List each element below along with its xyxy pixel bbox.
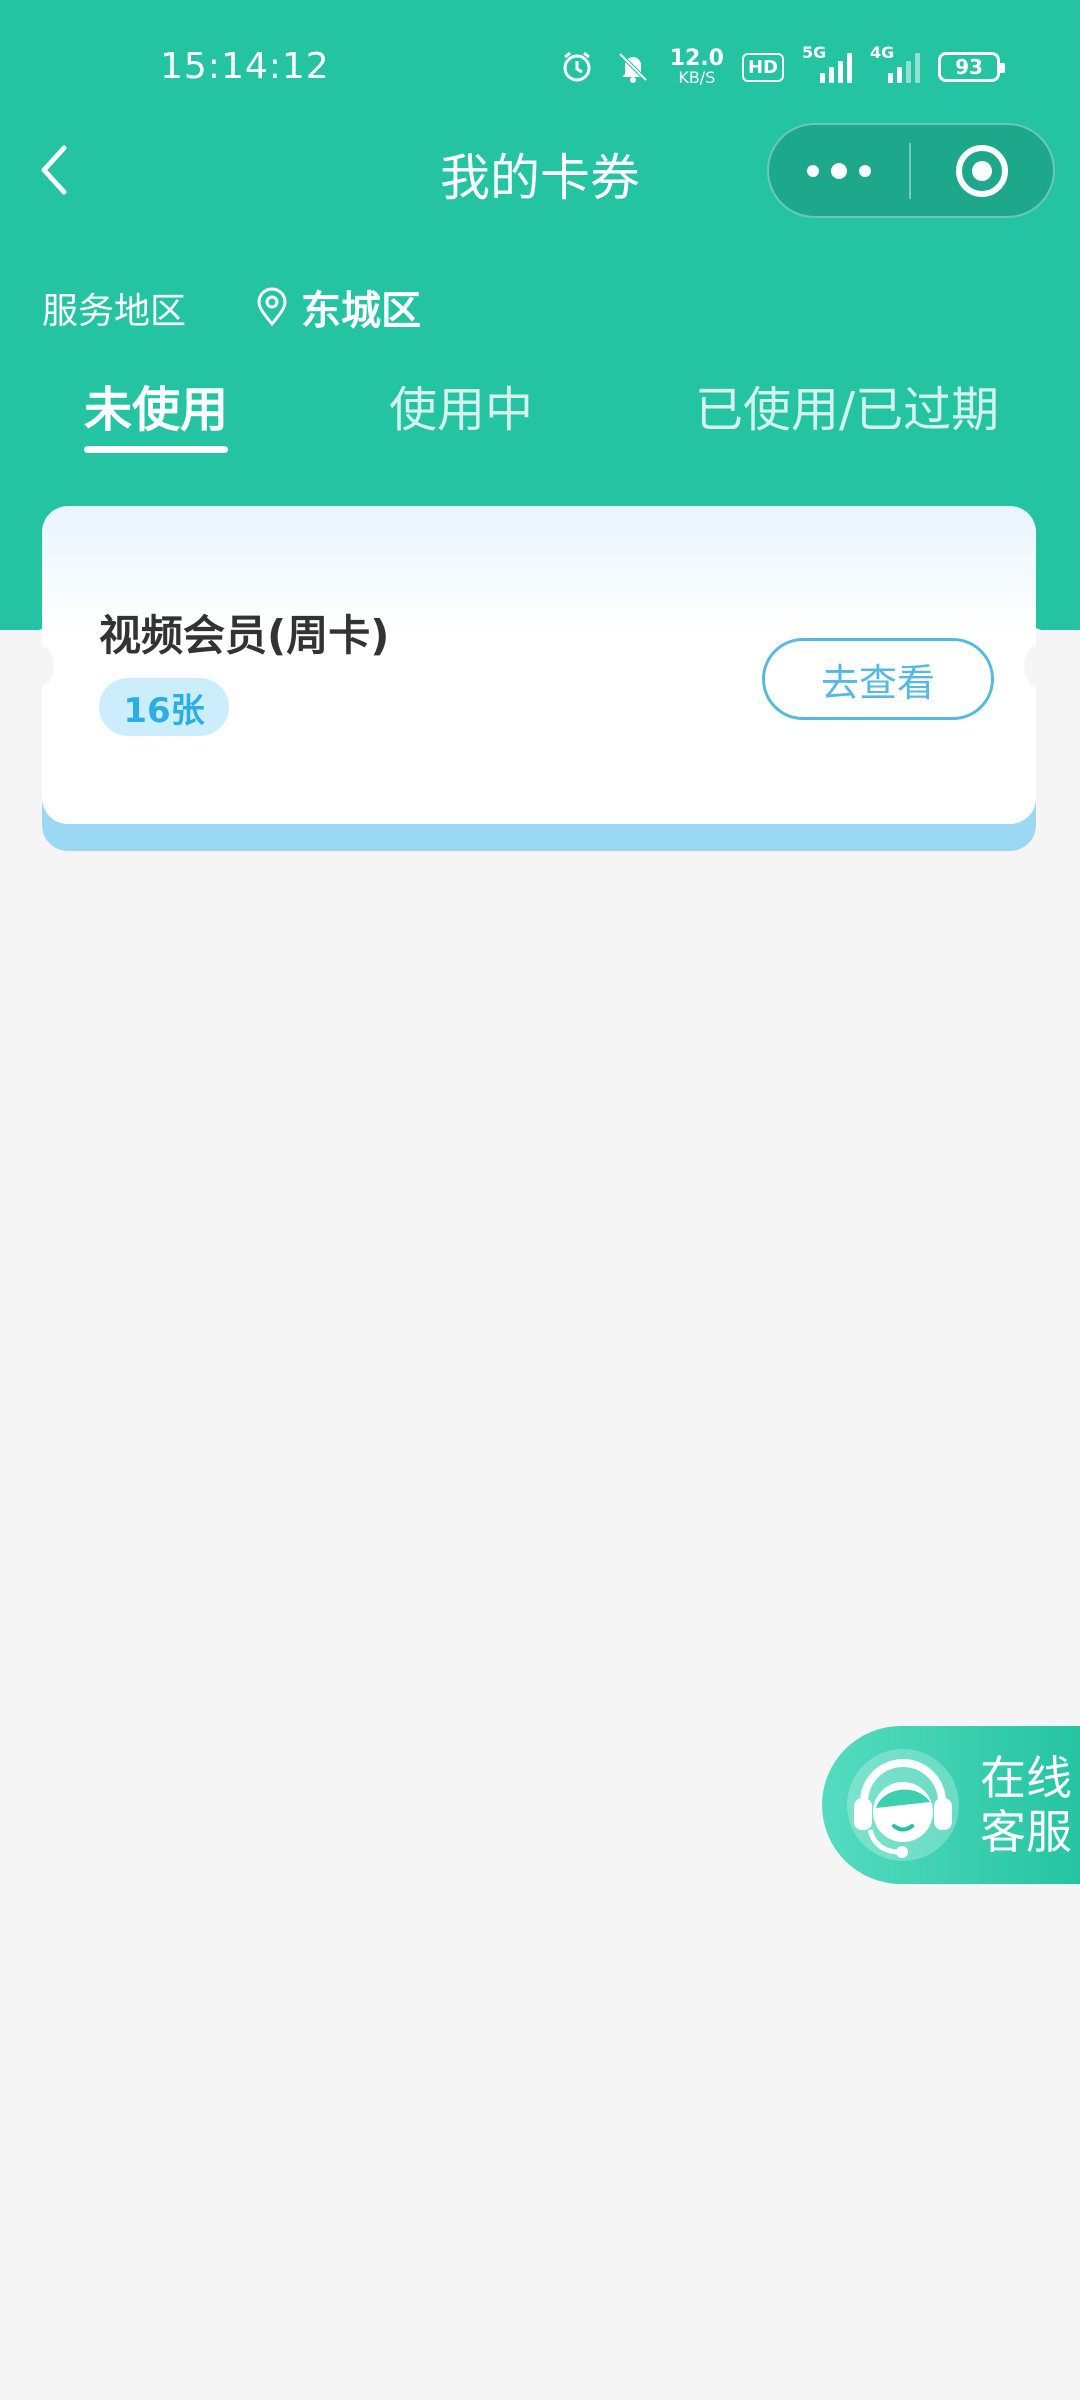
card-notch-right: [1024, 646, 1050, 686]
region-value: 东城区: [301, 288, 421, 334]
online-service-button[interactable]: 在线 客服: [822, 1726, 1080, 1884]
status-icons: 12.0 KB/S HD 5G 4G 93: [558, 43, 1005, 87]
signal-4g-icon: 4G: [870, 43, 920, 83]
network-speed: 12.0 KB/S: [669, 46, 724, 87]
coupon-count-badge: 16张: [99, 678, 229, 736]
coupon-title: 视频会员(周卡): [99, 611, 390, 660]
active-tab-indicator: [84, 446, 228, 453]
coupon-card: 视频会员(周卡) 16张 去查看: [28, 506, 1050, 851]
region-label: 服务地区: [42, 291, 187, 332]
tab-in-use[interactable]: 使用中: [389, 370, 533, 440]
customer-service-icon: [847, 1749, 959, 1861]
tab-unused[interactable]: 未使用: [84, 370, 228, 440]
page: 15:14:12 12.0 KB/S HD 5G 4G 93 我的卡券 服务地区…: [0, 0, 1080, 2400]
status-time: 15:14:12: [160, 46, 330, 87]
card-notch-left: [28, 646, 54, 686]
target-icon: [956, 144, 1008, 197]
signal-5g-icon: 5G: [802, 43, 852, 83]
mute-bell-icon: [614, 48, 652, 86]
battery-icon: 93: [938, 52, 1005, 82]
hd-icon: HD: [741, 52, 784, 82]
status-bar: 15:14:12 12.0 KB/S HD 5G 4G 93: [0, 0, 1080, 140]
more-menu-button[interactable]: [769, 125, 909, 216]
coupon-card-body: 视频会员(周卡) 16张 去查看: [42, 506, 1036, 824]
close-miniprogram-button[interactable]: [911, 144, 1053, 197]
region-selector[interactable]: 东城区: [255, 278, 421, 336]
view-coupon-button[interactable]: 去查看: [762, 638, 994, 720]
miniprogram-capsule: [767, 123, 1055, 218]
online-service-label: 在线 客服: [980, 1751, 1072, 1859]
alarm-icon: [558, 48, 596, 86]
tab-used-expired[interactable]: 已使用/已过期: [695, 370, 999, 440]
location-pin-icon: [257, 287, 287, 327]
